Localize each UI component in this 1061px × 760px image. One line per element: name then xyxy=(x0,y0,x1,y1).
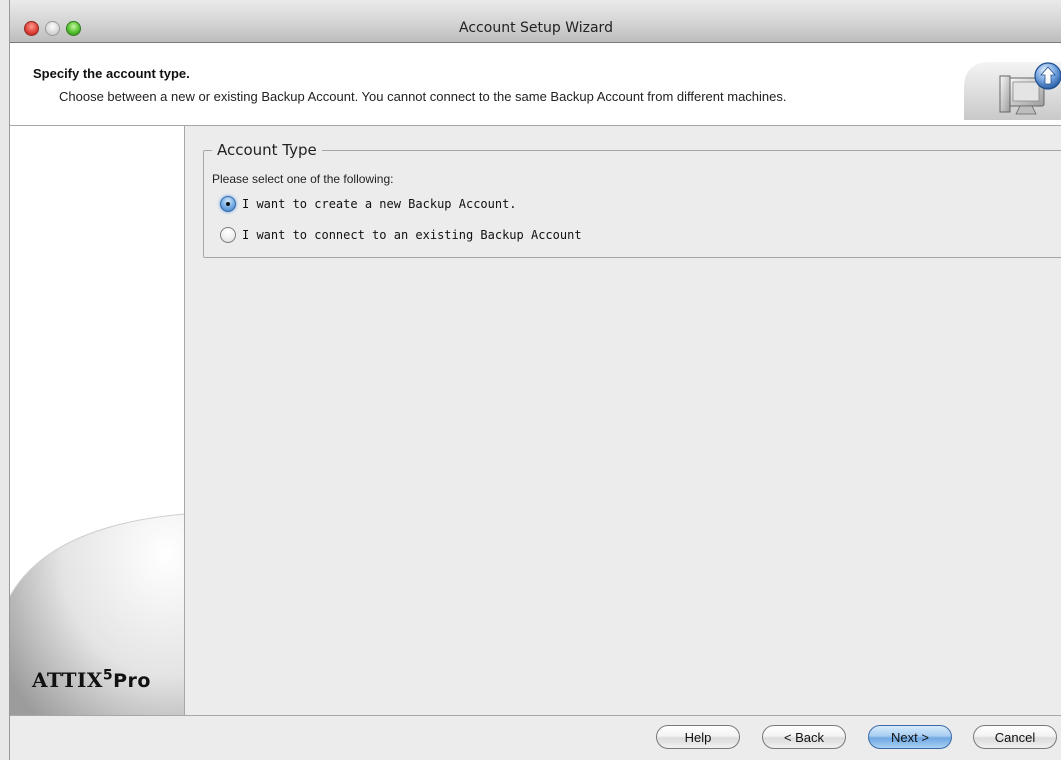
wizard-footer: Help < Back Next > Cancel xyxy=(10,715,1061,760)
wizard-sidebar: ATTIX5Pro xyxy=(10,126,185,715)
next-button[interactable]: Next > xyxy=(868,725,952,749)
radio-button-unselected[interactable] xyxy=(220,227,236,243)
account-type-group: Account Type Please select one of the fo… xyxy=(203,141,1061,258)
window-title: Account Setup Wizard xyxy=(459,20,613,36)
sidebar-swoosh-graphic xyxy=(10,513,184,715)
radio-option-existing-account[interactable]: I want to connect to an existing Backup … xyxy=(220,225,582,245)
help-button[interactable]: Help xyxy=(656,725,740,749)
wizard-header: Specify the account type. Choose between… xyxy=(10,43,1061,126)
radio-option-new-account[interactable]: I want to create a new Backup Account. xyxy=(220,194,517,214)
attix5-pro-logo: ATTIX5Pro xyxy=(32,667,151,692)
computer-upload-icon xyxy=(964,62,1061,120)
group-instruction: Please select one of the following: xyxy=(212,172,394,186)
step-title: Specify the account type. xyxy=(33,66,190,81)
radio-button-selected[interactable] xyxy=(220,196,236,212)
step-description: Choose between a new or existing Backup … xyxy=(59,89,787,104)
radio-label-existing-account[interactable]: I want to connect to an existing Backup … xyxy=(242,228,582,242)
cancel-button[interactable]: Cancel xyxy=(973,725,1057,749)
back-button[interactable]: < Back xyxy=(762,725,846,749)
radio-label-new-account[interactable]: I want to create a new Backup Account. xyxy=(242,197,517,211)
wizard-window: Account Setup Wizard Specify the account… xyxy=(9,0,1061,760)
group-legend: Account Type xyxy=(212,141,322,159)
wizard-content: Account Type Please select one of the fo… xyxy=(185,126,1061,715)
title-bar[interactable]: Account Setup Wizard xyxy=(10,0,1061,43)
